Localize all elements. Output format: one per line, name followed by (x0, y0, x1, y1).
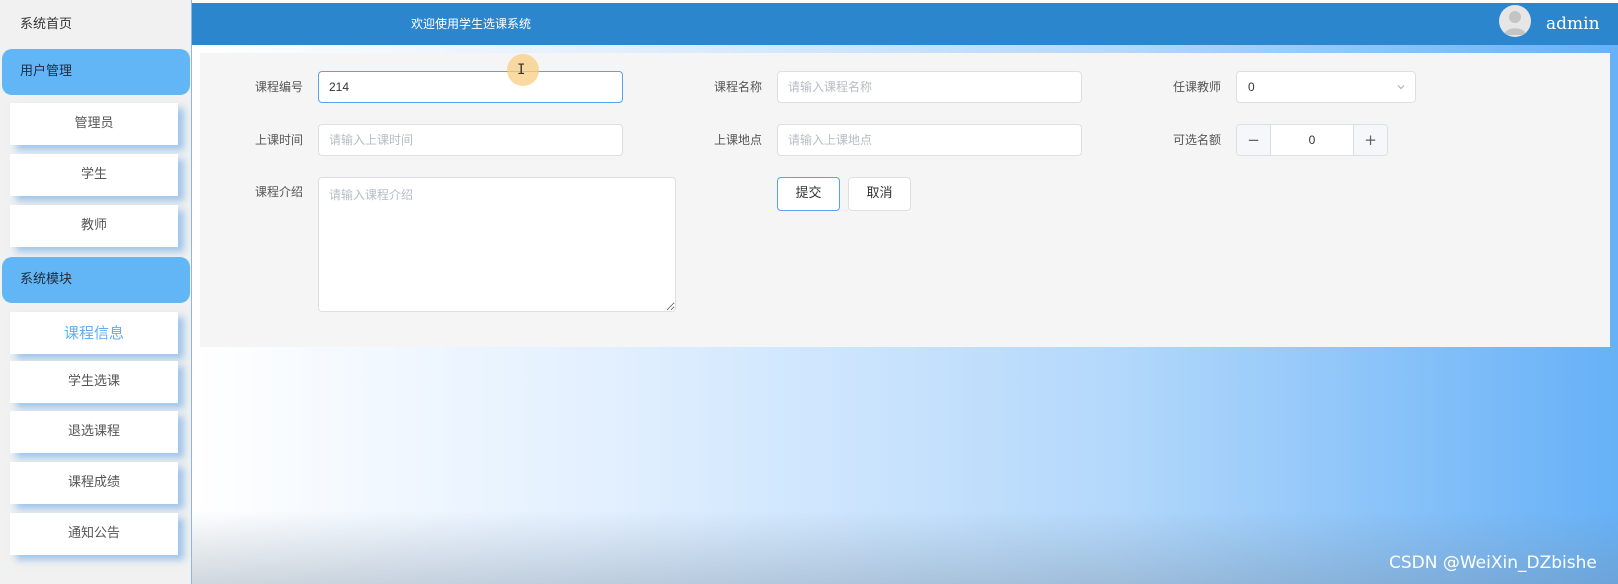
top-header: 欢迎使用学生选课系统 admin (192, 3, 1618, 45)
course-id-label: 课程编号 (255, 80, 304, 94)
text-cursor-icon: I (517, 62, 526, 78)
course-name-label: 课程名称 (714, 80, 763, 94)
course-name-input[interactable] (777, 71, 1082, 103)
quota-label: 可选名额 (1173, 133, 1222, 147)
chevron-down-icon (1397, 85, 1405, 90)
header-title: 欢迎使用学生选课系统 (411, 17, 532, 31)
quota-stepper[interactable]: − 0 + (1236, 124, 1388, 156)
sidebar-group-system-modules[interactable]: 系统模块 (2, 257, 190, 303)
course-intro-textarea[interactable] (318, 177, 676, 312)
course-intro-label: 课程介绍 (255, 185, 304, 199)
sidebar-item-course-info[interactable]: 课程信息 (10, 312, 178, 354)
submit-button[interactable]: 提交 (777, 177, 840, 211)
user-avatar-icon[interactable] (1499, 5, 1531, 37)
sidebar: 系统首页 用户管理 管理员 学生 教师 系统模块 课程信息 学生选课 退选课程 … (0, 0, 192, 584)
location-label: 上课地点 (714, 133, 763, 147)
watermark-text: CSDN @WeiXin_DZbishe (1389, 553, 1597, 573)
sidebar-home-link[interactable]: 系统首页 (0, 3, 190, 47)
teacher-select-value: 0 (1248, 80, 1255, 94)
sidebar-group-user-management[interactable]: 用户管理 (2, 49, 190, 95)
class-time-input[interactable] (318, 124, 623, 156)
teacher-label: 任课教师 (1173, 80, 1222, 94)
quota-increase-button[interactable]: + (1353, 125, 1387, 155)
sidebar-item-teacher[interactable]: 教师 (10, 205, 178, 247)
sidebar-item-admin[interactable]: 管理员 (10, 103, 178, 145)
sidebar-item-student[interactable]: 学生 (10, 154, 178, 196)
sidebar-item-course-grades[interactable]: 课程成绩 (10, 462, 178, 504)
header-username[interactable]: admin (1546, 3, 1600, 45)
quota-value[interactable]: 0 (1271, 125, 1353, 155)
sidebar-item-drop-course[interactable]: 退选课程 (10, 411, 178, 453)
teacher-select[interactable]: 0 (1236, 71, 1416, 103)
location-input[interactable] (777, 124, 1082, 156)
cancel-button[interactable]: 取消 (848, 177, 911, 211)
class-time-label: 上课时间 (255, 133, 304, 147)
sidebar-item-announcements[interactable]: 通知公告 (10, 513, 178, 555)
sidebar-item-course-selection[interactable]: 学生选课 (10, 361, 178, 403)
quota-decrease-button[interactable]: − (1237, 125, 1271, 155)
course-id-input[interactable] (318, 71, 623, 103)
